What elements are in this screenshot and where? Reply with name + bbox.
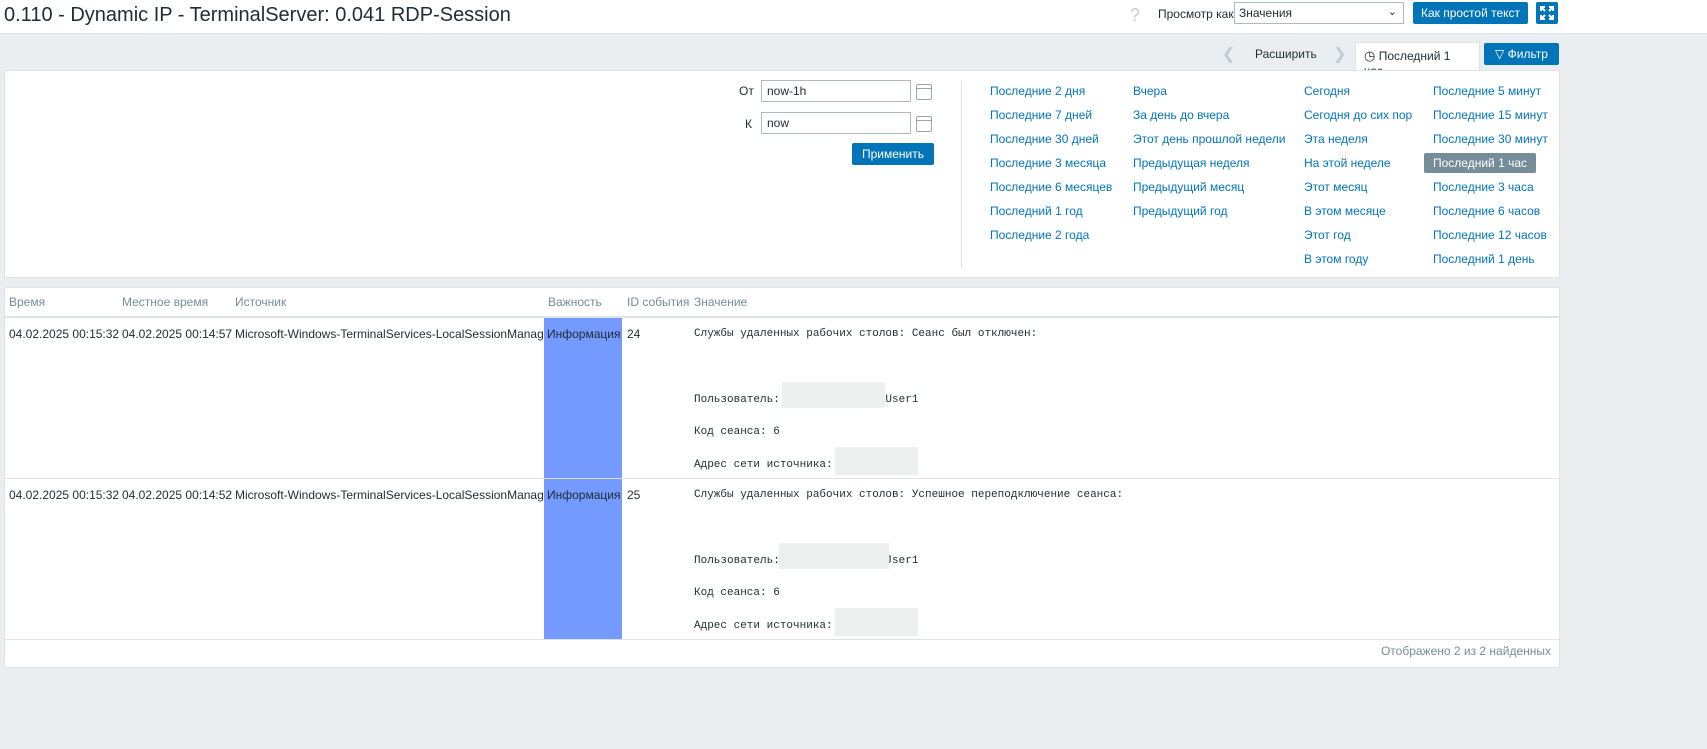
quick-range-link[interactable]: Последние 3 месяца (990, 156, 1106, 170)
results-count: Отображено 2 из 2 найденных (1380, 644, 1551, 658)
from-label: От (739, 84, 754, 98)
quick-range-link[interactable]: Предыдущая неделя (1133, 156, 1250, 170)
quick-range-link[interactable]: Последние 2 года (990, 228, 1089, 242)
quick-range-link[interactable]: Последние 6 часов (1433, 204, 1540, 218)
quick-range-link[interactable]: Эта неделя (1304, 132, 1368, 146)
events-table: Время Местное время Источник Важность ID… (4, 287, 1560, 668)
redacted-block (835, 447, 918, 475)
quick-range-link[interactable]: За день до вчера (1133, 108, 1229, 122)
quick-range-link[interactable]: Этот год (1304, 228, 1351, 242)
to-label: К (745, 117, 752, 131)
quick-range-link[interactable]: Последний 1 год (990, 204, 1083, 218)
redacted-block (835, 608, 918, 636)
time-cell: 04.02.2025 00:15:32 (9, 327, 120, 341)
quick-range-link[interactable]: Последние 30 минут (1433, 132, 1548, 146)
quick-range-link[interactable]: Последние 3 часа (1433, 180, 1534, 194)
help-icon[interactable]: ? (1130, 5, 1140, 26)
filter-label: Фильтр (1507, 47, 1548, 61)
page-header: 0.110 - Dynamic IP - TerminalServer: 0.0… (0, 0, 1707, 34)
fullscreen-button[interactable] (1536, 2, 1558, 24)
column-header-event-id[interactable]: ID события (627, 295, 689, 309)
column-header-value[interactable]: Значение (694, 295, 747, 309)
quick-range-link[interactable]: Сегодня до сих пор (1304, 108, 1412, 122)
expand-button[interactable]: Расширить (1255, 47, 1317, 61)
column-header-source[interactable]: Источник (235, 295, 286, 309)
local-time-cell: 04.02.2025 00:14:52 (122, 488, 233, 502)
quick-range-link[interactable]: Последние 7 дней (990, 108, 1092, 122)
clock-icon: ◷ (1364, 48, 1376, 63)
filter-icon: ▽ (1495, 47, 1505, 61)
quick-range-link[interactable]: Последние 6 месяцев (990, 180, 1112, 194)
filter-button[interactable]: ▽ Фильтр (1484, 43, 1559, 65)
fullscreen-icon (1540, 6, 1554, 20)
page-title: 0.110 - Dynamic IP - TerminalServer: 0.0… (4, 4, 511, 26)
redacted-block (782, 382, 885, 408)
calendar-icon[interactable] (916, 116, 932, 132)
quick-range-link[interactable]: Предыдущий месяц (1133, 180, 1244, 194)
quick-range-link[interactable]: Вчера (1133, 84, 1167, 98)
time-cell: 04.02.2025 00:15:32 (9, 488, 120, 502)
quick-range-link[interactable]: Предыдущий год (1133, 204, 1227, 218)
quick-range-link[interactable]: Последние 2 дня (990, 84, 1085, 98)
quick-range-link[interactable]: Последние 5 минут (1433, 84, 1541, 98)
view-as-value: Значения (1239, 6, 1293, 20)
severity-badge: Информация (544, 318, 622, 478)
to-input[interactable]: now (761, 112, 911, 134)
tab-time-period[interactable]: ◷ Последний 1 час (1355, 42, 1480, 78)
quick-range-link[interactable]: Этот день прошлой недели (1133, 132, 1285, 146)
quick-range-link[interactable]: Последний 1 день (1433, 252, 1535, 266)
quick-range-link[interactable]: Последние 30 дней (990, 132, 1099, 146)
quick-range-link[interactable]: В этом году (1304, 252, 1368, 266)
quick-range-link[interactable]: Последние 15 минут (1433, 108, 1548, 122)
plain-text-button[interactable]: Как простой текст (1413, 2, 1528, 24)
column-header-severity[interactable]: Важность (548, 295, 602, 309)
local-time-cell: 04.02.2025 00:14:57 (122, 327, 233, 341)
quick-range-link[interactable]: На этой неделе (1304, 156, 1391, 170)
source-cell: Microsoft-Windows-TerminalServices-Local… (235, 488, 555, 502)
quick-range-link[interactable]: В этом месяце (1304, 204, 1386, 218)
severity-badge: Информация (544, 479, 622, 639)
view-as-select[interactable]: Значения ⌄ (1234, 2, 1404, 24)
from-input[interactable]: now-1h (761, 80, 911, 102)
table-row: 04.02.2025 00:15:32 04.02.2025 00:14:52 … (5, 479, 1559, 640)
view-as-label: Просмотр как (1158, 7, 1234, 21)
calendar-icon[interactable] (916, 84, 932, 100)
quick-range-link[interactable]: Последний 1 час (1424, 153, 1537, 173)
time-filter-panel: От now-1h К now Применить Последние 2 дн… (4, 70, 1560, 278)
event-id-cell: 25 (627, 488, 641, 502)
quick-range-link[interactable]: Этот месяц (1304, 180, 1368, 194)
column-header-time[interactable]: Время (9, 295, 45, 309)
quick-range-link[interactable]: Последние 12 часов (1433, 228, 1547, 242)
next-period-icon[interactable]: ❯ (1333, 44, 1346, 64)
apply-button[interactable]: Применить (852, 143, 934, 165)
quick-range-link[interactable]: Сегодня (1304, 84, 1350, 98)
redacted-block (779, 543, 889, 569)
source-cell: Microsoft-Windows-TerminalServices-Local… (235, 327, 555, 341)
chevron-down-icon: ⌄ (1387, 6, 1397, 18)
table-row: 04.02.2025 00:15:32 04.02.2025 00:14:57 … (5, 318, 1559, 479)
divider (961, 81, 962, 269)
column-header-local-time[interactable]: Местное время (122, 295, 208, 309)
prev-period-icon[interactable]: ❮ (1222, 44, 1235, 64)
event-id-cell: 24 (627, 327, 641, 341)
